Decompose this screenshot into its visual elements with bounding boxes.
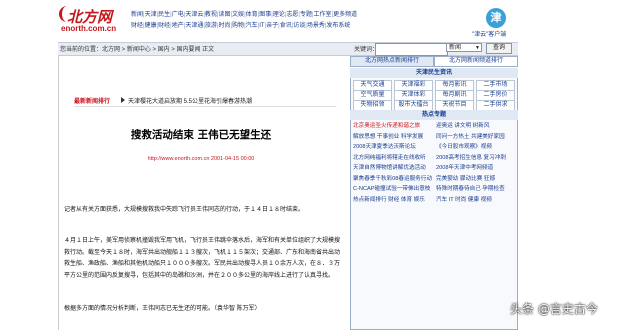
nav-link[interactable]: 亲子	[266, 23, 278, 29]
hot-topic-link[interactable]: 特殊时期春待自己 孕期检查	[436, 185, 505, 193]
nav-link[interactable]: 志愿	[286, 12, 298, 18]
nav-link[interactable]: 理论	[273, 12, 285, 18]
nav-link[interactable]: 访谈	[293, 23, 305, 29]
search-category-value: 新闻	[449, 45, 462, 51]
tab-hot-news-ranking[interactable]: 北方网热点新闻排行	[350, 56, 434, 67]
nav-link[interactable]: 天津通	[185, 23, 203, 29]
nav-link[interactable]: 读图	[218, 12, 230, 18]
search-button[interactable]: 查询	[486, 43, 512, 54]
app-download-badge[interactable]: 津 "津云"客户端	[472, 8, 527, 38]
article-paragraph: 记者从有关方面获悉，大规模搜救我中失踪飞行员王伟同志的行动，于１４日１８时结束。	[64, 207, 305, 213]
hot-topic-link[interactable]: 迎奥运 讲文明 树新风	[436, 122, 489, 130]
hot-topic-link[interactable]: 天津自然博物馆讲解优选活动	[353, 164, 426, 172]
nav-link[interactable]: 天津	[145, 12, 157, 18]
services-title: 天津民生资讯	[350, 68, 518, 78]
hot-topic-link[interactable]: C-NCAP碰撞试验一带佛出意枝	[353, 185, 430, 193]
nav-link[interactable]: 广电	[172, 12, 184, 18]
play-arrow-icon	[121, 97, 125, 103]
tab-channel-ranking[interactable]: 北方网新闻频道排行	[434, 56, 518, 67]
nav-link[interactable]: 天津云	[185, 12, 203, 18]
hot-topic-link[interactable]: 同问一方热土 共建美好家园	[436, 133, 505, 141]
search-input[interactable]	[375, 43, 448, 56]
hot-topic-link[interactable]: 2008天津夏季达沃斯论坛	[353, 143, 416, 151]
hot-topic-link[interactable]: 完美婴幼 骤动比赛 狂撼	[436, 175, 495, 183]
article-paragraph: ４月１日上午，美军用侦察机撞毁我军用飞机，飞行员王伟跳伞落水后，海军和有关单位组…	[64, 238, 341, 279]
mascot-icon: 津	[486, 8, 506, 28]
nav-link[interactable]: 健康	[145, 23, 157, 29]
nav-link[interactable]: 专题	[300, 12, 312, 18]
latest-news-label: 最新新闻排行	[74, 99, 111, 105]
hot-topic-link[interactable]: 热点新闻排行 财经 体育 娱乐	[353, 196, 425, 204]
ranking-tabs: 北方网热点新闻排行 北方网新闻频道排行	[350, 56, 518, 67]
chevron-down-icon: ▼	[475, 45, 480, 51]
nav-link[interactable]: 财经	[131, 23, 143, 29]
hot-topic-link[interactable]: 北方网纯福利将辖走在线收听	[353, 154, 426, 162]
nav-link[interactable]: 体育	[246, 12, 258, 18]
nav-link[interactable]: 汽车	[246, 23, 258, 29]
nav-row-secondary: 财经|健康|财经|地产|天津通|旅游|时尚|购物|汽车|IT|亲子|食讯|访谈|…	[131, 21, 361, 32]
nav-row-primary: 新闻|天津|民生|广电|天津云|教视|读图|文娱|体育|图事|理论|志愿|专题|…	[131, 10, 361, 21]
nav-link[interactable]: 教视	[205, 12, 217, 18]
hot-topics-title: 热点专题	[350, 110, 518, 120]
site-logo[interactable]: 北方网 enorth.com.cn	[59, 6, 121, 36]
breadcrumb-bar: 您当前的位置：北方网 > 新闻中心 > 国内 > 国内要闻 正文 关键词： 新闻…	[58, 42, 518, 56]
nav-link[interactable]: 文娱	[232, 12, 244, 18]
nav-link[interactable]: 图事	[259, 12, 271, 18]
nav-link[interactable]: 财经	[158, 23, 170, 29]
hot-topic-link[interactable]: 2008高考招生信息 复习冲刺	[436, 154, 506, 162]
hot-topic-link[interactable]: 2008年天津中考网频道	[436, 164, 493, 172]
hot-topic-link[interactable]: 聚焦春季千秋彩08春运服务行动	[353, 175, 432, 183]
top-nav: 新闻|天津|民生|广电|天津云|教视|读图|文娱|体育|图事|理论|志愿|专题|…	[131, 10, 361, 32]
divider	[74, 106, 336, 107]
nav-link[interactable]: 时尚	[218, 23, 230, 29]
app-download-label: "津云"客户端	[472, 32, 507, 38]
watermark: 头条 @言史古今	[510, 302, 598, 316]
article-paragraph: 根据多方面的情况分析判断，王伟同志已无生还的可能。（袁华智 陈万军）	[64, 306, 261, 312]
nav-link[interactable]: 工作室	[314, 12, 332, 18]
hot-topic-link[interactable]: 《今日股市观察》视频	[436, 143, 492, 151]
nav-link[interactable]: 购物	[232, 23, 244, 29]
nav-link[interactable]: 地产	[172, 23, 184, 29]
nav-link[interactable]: 发布系统	[326, 23, 350, 29]
nav-link[interactable]: 食讯	[280, 23, 292, 29]
hot-topic-link[interactable]: 汽车 IT 时尚 健康 视频	[436, 196, 492, 204]
article-title: 搜救活动结束 王伟已无望生还	[130, 129, 272, 141]
nav-link[interactable]: 新闻	[131, 12, 143, 18]
nav-link[interactable]: 更多频道	[333, 12, 357, 18]
article-meta: http://www.enorth.com.cn 2001-04-15 00:0…	[147, 156, 255, 162]
hot-topic-link[interactable]: 北京奥运圣火传递和谐之旅	[353, 122, 420, 130]
hot-topic-link[interactable]: 解放思想 干事创业 科学发展	[353, 133, 423, 141]
logo-url: enorth.com.cn	[61, 24, 117, 33]
latest-news-link[interactable]: 天津樱花大道启放期 5.5公里花海引爆春游热潮	[128, 96, 252, 105]
search-category-select[interactable]: 新闻 ▼	[446, 43, 482, 52]
breadcrumb[interactable]: 您当前的位置：北方网 > 新闻中心 > 国内 > 国内要闻 正文	[60, 44, 214, 53]
nav-link[interactable]: 场景秀	[307, 23, 325, 29]
nav-link[interactable]: 旅游	[205, 23, 217, 29]
nav-link[interactable]: 民生	[158, 12, 170, 18]
